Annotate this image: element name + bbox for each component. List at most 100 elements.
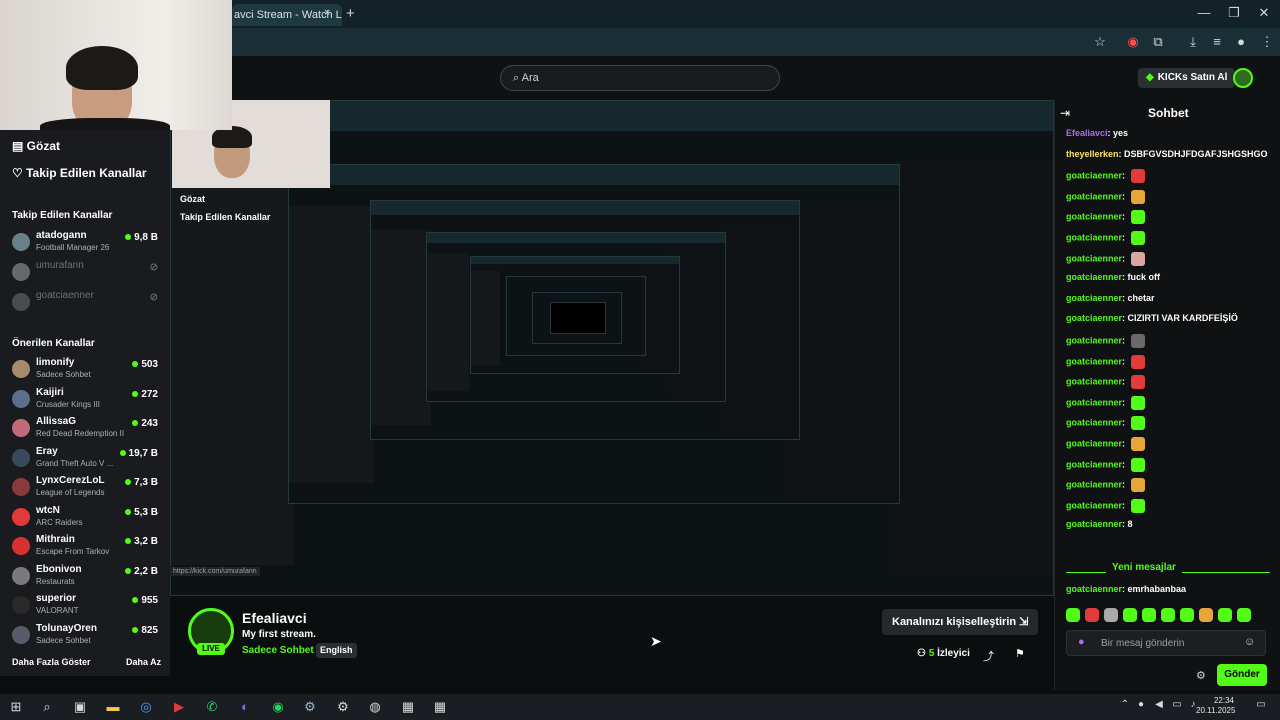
spotify-icon[interactable]: ◉ <box>269 699 287 715</box>
language-tag[interactable]: English <box>316 643 357 658</box>
chat-emote-icon <box>1130 416 1145 431</box>
task-view-icon[interactable]: ▣ <box>71 699 89 715</box>
chat-message-input[interactable]: Bir mesaj gönderin <box>1066 630 1266 656</box>
steam-icon[interactable]: ⚙ <box>301 699 319 715</box>
bookmark-star-icon[interactable]: ☆ <box>1091 34 1109 50</box>
chat-username[interactable]: goatciaenner <box>1066 253 1122 263</box>
emote-icon[interactable] <box>1180 608 1194 622</box>
chat-settings-icon[interactable]: ⚙ <box>1196 669 1206 682</box>
chat-username[interactable]: goatciaenner <box>1066 377 1122 387</box>
app-icon[interactable]: ▦ <box>431 699 449 715</box>
chat-username[interactable]: goatciaenner <box>1066 293 1122 303</box>
sidebar-channel[interactable]: superior VALORANT 955 <box>12 593 162 621</box>
chat-username[interactable]: goatciaenner <box>1066 500 1122 510</box>
app-icon[interactable]: ▦ <box>399 699 417 715</box>
chat-username[interactable]: goatciaenner <box>1066 356 1122 366</box>
streamer-name[interactable]: Efealiavci <box>242 610 307 626</box>
chat-username[interactable]: goatciaenner <box>1066 480 1122 490</box>
file-explorer-icon[interactable]: ▬ <box>104 699 122 715</box>
sidebar-channel[interactable]: LynxCerezLoL League of Legends 7,3 B <box>12 475 162 503</box>
minimize-button[interactable]: — <box>1194 5 1214 20</box>
collapse-chat-icon[interactable]: ⇥ <box>1060 106 1070 120</box>
settings-icon[interactable]: ⚙ <box>334 699 352 715</box>
emote-icon[interactable] <box>1104 608 1118 622</box>
extensions-puzzle-icon[interactable]: ⧉ <box>1149 34 1167 50</box>
sidebar-channel[interactable]: Ebonivon Restaurats 2,2 B <box>12 564 162 592</box>
chat-username[interactable]: goatciaenner <box>1066 171 1122 181</box>
nav-following[interactable]: ♡ Takip Edilen Kanallar <box>12 166 147 180</box>
sidebar-channel[interactable]: atadogann Football Manager 26 9,8 B <box>12 230 162 258</box>
chat-username[interactable]: goatciaenner <box>1066 438 1122 448</box>
sidebar-channel[interactable]: wtcN ARC Raiders 5,3 B <box>12 505 162 533</box>
search-input[interactable]: ⌕ Ara <box>500 65 780 91</box>
emote-icon[interactable] <box>1237 608 1251 622</box>
emote-icon[interactable] <box>1066 608 1080 622</box>
emote-icon[interactable] <box>1218 608 1232 622</box>
chat-username[interactable]: Efealiavci <box>1066 128 1108 138</box>
volume-icon[interactable]: ◀ <box>1150 699 1168 715</box>
chat-username[interactable]: goatciaenner <box>1066 212 1122 222</box>
share-icon[interactable]: ⤴ <box>983 648 994 664</box>
emoji-picker-icon[interactable]: ☺ <box>1244 636 1255 648</box>
show-more-button[interactable]: Daha Fazla Göster <box>12 657 91 667</box>
discord-icon[interactable]: ◐ <box>236 699 254 715</box>
browser-menu-icon[interactable]: ⋮ <box>1258 34 1276 50</box>
chat-username[interactable]: goatciaenner <box>1066 232 1122 242</box>
taskbar-search-icon[interactable]: ⌕ <box>38 699 56 715</box>
chrome-icon[interactable]: ◎ <box>137 699 155 715</box>
sidebar-channel[interactable]: TolunayOren Sadece Sohbet 825 <box>12 623 162 651</box>
send-button[interactable]: Gönder <box>1217 664 1267 686</box>
channel-name: atadogann <box>36 230 87 241</box>
taskbar-clock[interactable]: 22:34 <box>1204 696 1234 705</box>
show-less-button[interactable]: Daha Az <box>126 657 161 667</box>
whatsapp-icon[interactable]: ✆ <box>203 699 221 715</box>
new-messages-label[interactable]: Yeni mesajlar <box>1106 562 1182 573</box>
obs-icon[interactable]: ◍ <box>366 699 384 715</box>
sidebar-channel[interactable]: AllissaG Red Dead Redemption II 243 <box>12 416 162 444</box>
kicks-buy-button[interactable]: ◆ KICKs Satın Al <box>1138 68 1236 88</box>
close-window-button[interactable]: ✕ <box>1254 5 1274 21</box>
download-icon[interactable]: ⤓ <box>1184 34 1202 50</box>
chat-username[interactable]: goatciaenner <box>1066 272 1122 282</box>
emote-icon[interactable] <box>1199 608 1213 622</box>
chat-username[interactable]: theyellerken <box>1066 149 1119 159</box>
profile-icon[interactable]: ● <box>1232 34 1250 49</box>
quick-emote-bar[interactable] <box>1066 608 1266 624</box>
emote-icon[interactable] <box>1123 608 1137 622</box>
chat-username[interactable]: goatciaenner <box>1066 191 1122 201</box>
extension-icon[interactable]: ◉ <box>1124 34 1142 50</box>
emote-icon[interactable] <box>1161 608 1175 622</box>
chat-message: goatciaenner: <box>1066 231 1145 245</box>
reading-list-icon[interactable]: ≡ <box>1208 34 1226 49</box>
emote-icon[interactable] <box>1142 608 1156 622</box>
tab-close-icon[interactable]: × <box>324 7 330 19</box>
sidebar-channel[interactable]: umurafann ⊘ <box>12 260 162 288</box>
chat-username[interactable]: goatciaenner <box>1066 519 1122 529</box>
chat-username[interactable]: goatciaenner <box>1066 397 1122 407</box>
sidebar-channel[interactable]: Mithrain Escape From Tarkov 3,2 B <box>12 534 162 562</box>
sidebar-channel[interactable]: Eray Grand Theft Auto V ... 19,7 B <box>12 446 162 474</box>
stream-title: My first stream. <box>242 629 316 640</box>
nav-browse[interactable]: ▤ Gözat <box>12 139 60 153</box>
new-tab-button[interactable]: + <box>346 5 355 22</box>
customize-channel-button[interactable]: Kanalınızı kişiselleştirin ⇲ <box>882 609 1039 635</box>
sidebar-channel[interactable]: limonify Sadece Sohbet 503 <box>12 357 162 385</box>
user-avatar[interactable] <box>1233 68 1253 88</box>
chat-message: goatciaenner: <box>1066 375 1145 390</box>
mic-tray-icon[interactable]: ● <box>1132 699 1150 715</box>
chat-username[interactable]: goatciaenner <box>1066 418 1122 428</box>
sidebar-channel[interactable]: Kaijiri Crusader Kings III 272 <box>12 387 162 415</box>
windows-start-icon[interactable]: ⊞ <box>7 699 25 715</box>
sidebar-channel[interactable]: goatciaenner ⊘ <box>12 290 162 318</box>
chat-username[interactable]: goatciaenner <box>1066 459 1122 469</box>
chat-username[interactable]: goatciaenner <box>1066 335 1122 345</box>
notifications-icon[interactable]: ▭ <box>1252 699 1270 715</box>
emote-icon[interactable] <box>1085 608 1099 622</box>
gift-subs-icon[interactable]: ⚑ <box>1015 647 1025 660</box>
chat-username[interactable]: goatciaenner <box>1066 313 1122 323</box>
taskbar-date[interactable]: 20.11.2025 <box>1196 706 1235 715</box>
maximize-button[interactable]: ❐ <box>1224 5 1244 21</box>
stream-category[interactable]: Sadece Sohbet <box>242 645 314 656</box>
media-player-icon[interactable]: ▶ <box>170 699 188 715</box>
microphone-icon[interactable]: ● <box>1078 636 1085 648</box>
